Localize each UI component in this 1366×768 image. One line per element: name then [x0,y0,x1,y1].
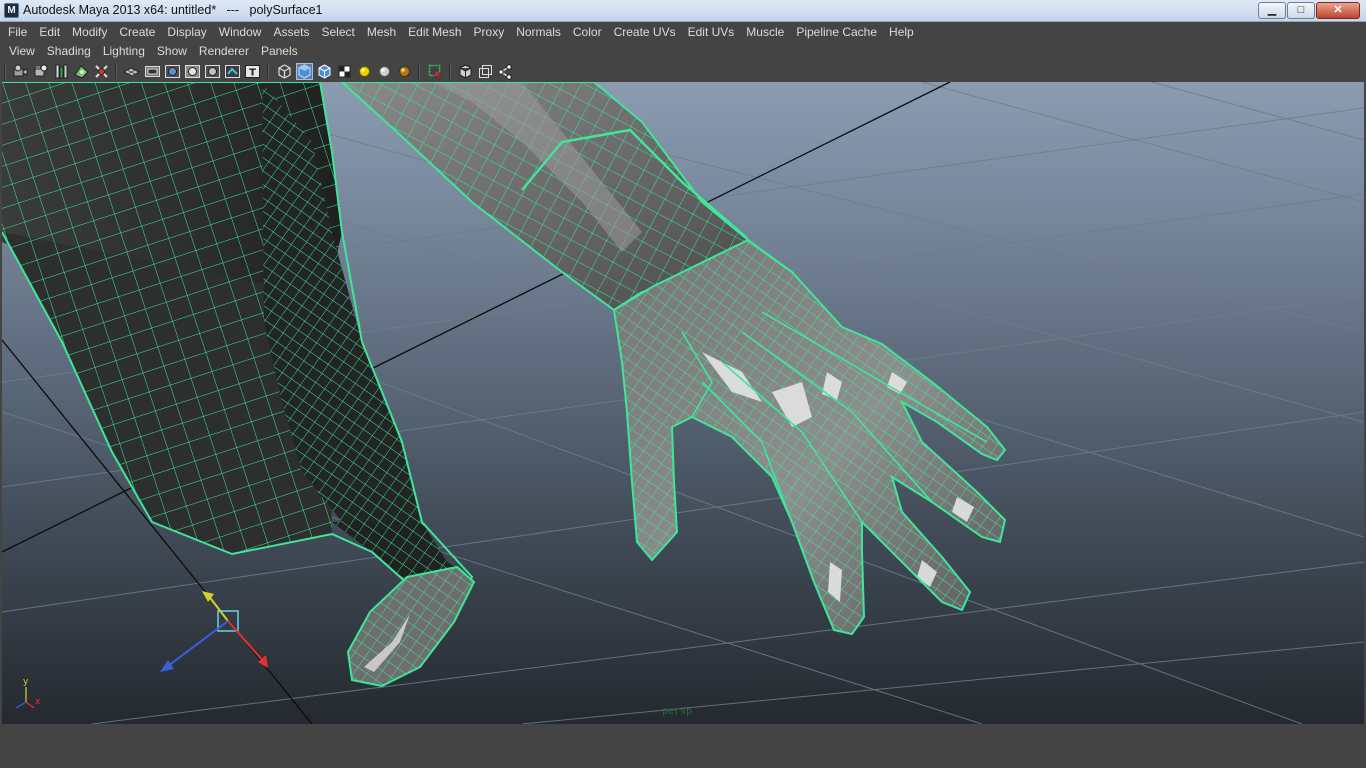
maya-main-window: M Autodesk Maya 2013 x64: untitled* --- … [0,0,1366,768]
perspective-viewport[interactable]: y x persp [2,82,1364,724]
maya-app-icon[interactable]: M [4,3,19,18]
menu-pipeline-cache[interactable]: Pipeline Cache [790,22,883,42]
camera-attributes-icon[interactable] [33,63,50,80]
panel-menu-panels[interactable]: Panels [255,42,304,61]
menu-window[interactable]: Window [213,22,268,42]
camera-name-label: persp [662,706,693,717]
safe-title-icon[interactable]: T [244,63,261,80]
field-chart-icon[interactable] [204,63,221,80]
view-axis-triad [15,687,35,709]
window-title: Autodesk Maya 2013 x64: untitled* --- po… [23,3,323,17]
view-axis-y-label: y [23,677,29,687]
menu-file[interactable]: File [2,22,33,42]
menu-proxy[interactable]: Proxy [468,22,511,42]
menu-edit[interactable]: Edit [33,22,66,42]
menu-mesh[interactable]: Mesh [361,22,402,42]
panel-menu-lighting[interactable]: Lighting [97,42,151,61]
wireframe-icon[interactable] [276,63,293,80]
xray-joints-icon[interactable] [457,63,474,80]
viewport-scene [2,82,1364,724]
leg-mesh [2,82,474,604]
menu-select[interactable]: Select [315,22,360,42]
minimize-button[interactable]: ▁ [1258,2,1286,19]
xray-active-icon[interactable] [477,63,494,80]
menu-edit-mesh[interactable]: Edit Mesh [402,22,467,42]
toolbar-separator [115,64,117,79]
use-default-lights-icon[interactable] [356,63,373,80]
bottom-panel-area [0,724,1366,768]
textured-icon[interactable] [336,63,353,80]
close-button[interactable]: ✕ [1316,2,1360,19]
toolbar-separator [418,64,420,79]
foot-mesh [346,565,476,688]
gate-mask-icon[interactable] [184,63,201,80]
main-menu-bar: File Edit Modify Create Display Window A… [0,22,1366,42]
resolution-gate-icon[interactable] [164,63,181,80]
menu-color[interactable]: Color [567,22,608,42]
window-controls: ▁ □ ✕ [1257,2,1360,20]
menu-assets[interactable]: Assets [267,22,315,42]
svg-text:T: T [249,68,256,79]
toolbar-separator [449,64,451,79]
2d-pan-zoom-icon[interactable] [93,63,110,80]
smooth-shade-icon[interactable] [296,63,313,80]
toolbar-separator [267,64,269,79]
menu-modify[interactable]: Modify [66,22,113,42]
toolbar-separator [4,64,6,79]
menu-display[interactable]: Display [161,22,212,42]
title-bar: M Autodesk Maya 2013 x64: untitled* --- … [0,0,1366,22]
hand-mesh [612,238,1007,636]
menu-create-uvs[interactable]: Create UVs [608,22,682,42]
panel-toolbar: T [0,61,1366,82]
panel-menu-shading[interactable]: Shading [41,42,97,61]
isolate-select-icon[interactable] [427,63,444,80]
xray-icon[interactable] [396,63,413,80]
menu-edit-uvs[interactable]: Edit UVs [682,22,741,42]
panel-menu-view[interactable]: View [3,42,41,61]
menu-help[interactable]: Help [883,22,920,42]
shadows-icon[interactable] [376,63,393,80]
safe-action-icon[interactable] [224,63,241,80]
wireframe-on-shaded-icon[interactable] [316,63,333,80]
grid-toggle-icon[interactable] [123,63,140,80]
move-manipulator[interactable] [160,591,268,672]
menu-normals[interactable]: Normals [510,22,567,42]
high-quality-icon[interactable] [497,63,514,80]
menu-muscle[interactable]: Muscle [740,22,790,42]
image-plane-icon[interactable] [73,63,90,80]
panel-menu-renderer[interactable]: Renderer [193,42,255,61]
view-axis-x-label: x [35,697,41,707]
film-gate-icon[interactable] [144,63,161,80]
panel-menu-bar: View Shading Lighting Show Renderer Pane… [0,42,1366,61]
panel-menu-show[interactable]: Show [151,42,193,61]
menu-create[interactable]: Create [113,22,161,42]
bookmark-icon[interactable] [53,63,70,80]
select-camera-icon[interactable] [12,63,29,80]
maximize-button[interactable]: □ [1287,2,1315,19]
